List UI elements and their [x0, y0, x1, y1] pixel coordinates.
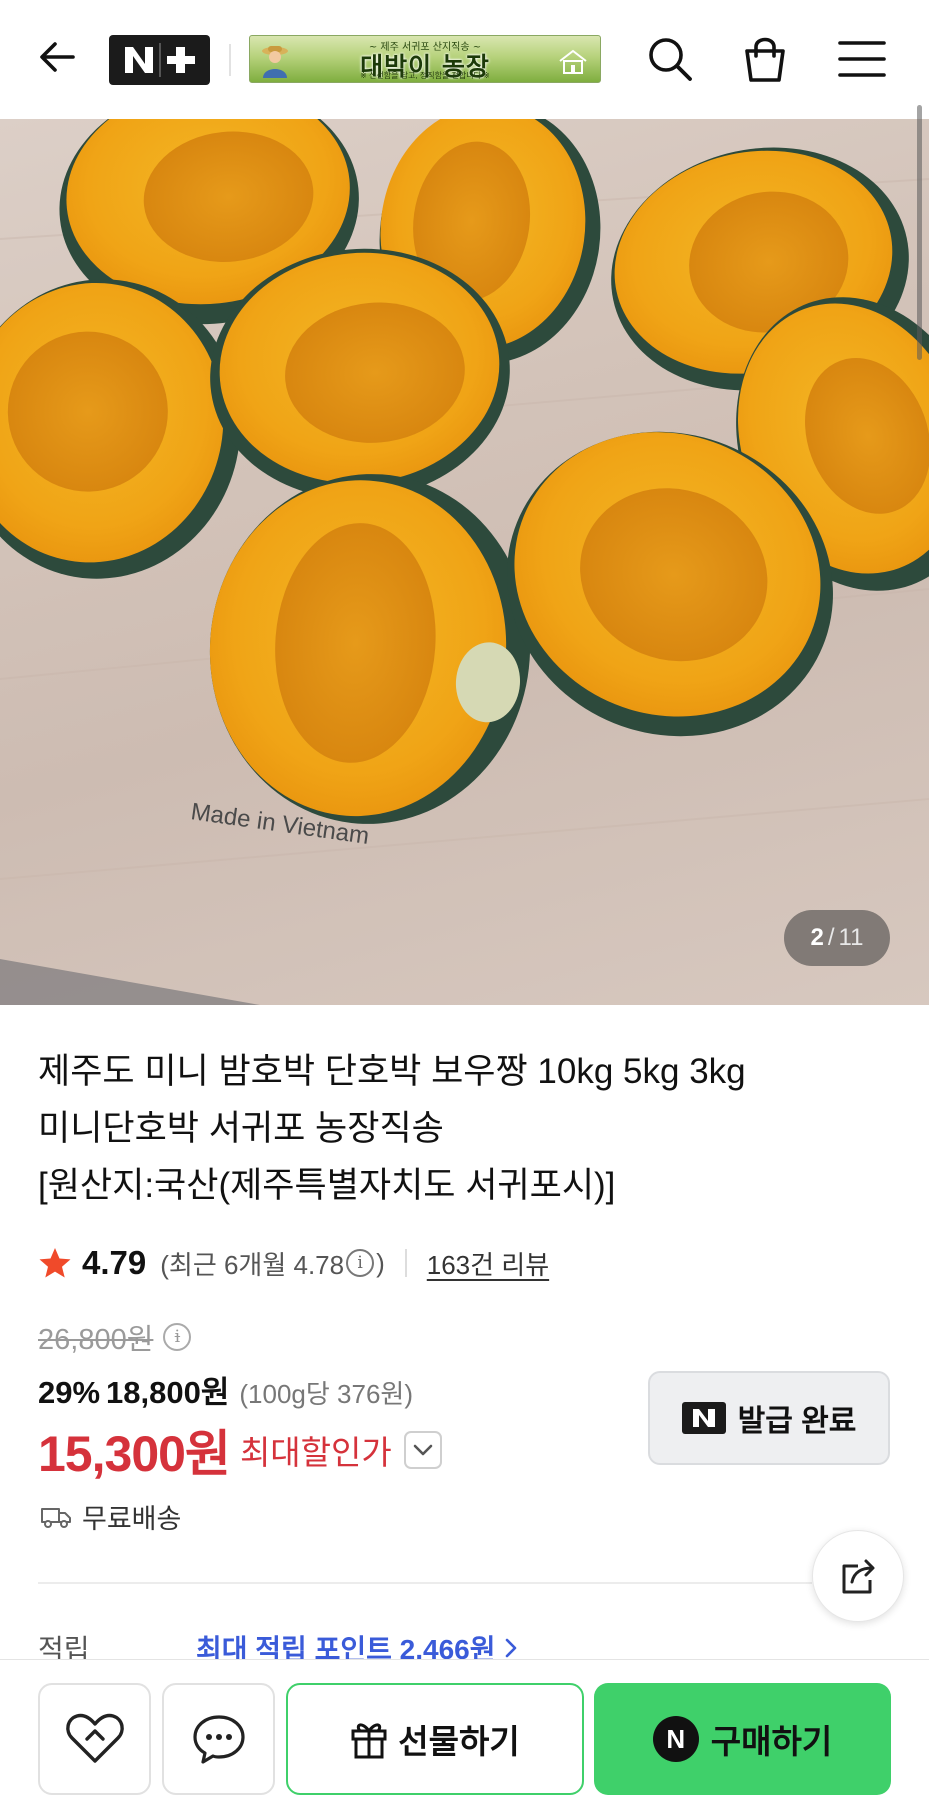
section-divider [38, 1582, 812, 1584]
truck-icon [41, 1507, 71, 1528]
product-title-line: 미니단호박 서귀포 농장직송 [38, 1109, 444, 1148]
buy-label: 구매하기 [710, 1723, 833, 1760]
recent-rating-close: ) [376, 1247, 385, 1278]
menu-icon [838, 41, 886, 77]
product-title-line: [원산지:국산(제주특별자치도 서귀포시)] [38, 1166, 616, 1205]
top-header: N+ ~ 제주 서귀포 산지직송 ~ 대박이 농장 ※ 신선함을 담고, 정직함… [0, 0, 929, 119]
search-icon [649, 38, 692, 81]
share-icon [842, 1559, 875, 1594]
gift-icon [351, 1723, 387, 1759]
discount-rate: 29% [38, 1375, 101, 1410]
info-icon[interactable]: i [346, 1249, 375, 1277]
chevron-right-icon [505, 1638, 516, 1658]
shipping-row: 무료배송 [40, 1497, 181, 1536]
farm-house-icon [559, 49, 587, 74]
rating-separator [404, 1249, 407, 1277]
gift-label: 선물하기 [398, 1723, 520, 1760]
discount-row: 29% 18,800원 (100g당 376원) [38, 1367, 413, 1412]
product-image-gallery[interactable]: Made in Vietnam [0, 119, 929, 1005]
max-discount-toggle[interactable] [403, 1431, 442, 1469]
rating-row: 4.79 (최근 6개월 4.78 i ) 163건 리뷰 [38, 1240, 549, 1286]
chat-bubble-icon [192, 1715, 245, 1764]
original-price: 26,800원 [38, 1324, 154, 1356]
store-banner[interactable]: ~ 제주 서귀포 산지직송 ~ 대박이 농장 ※ 신선함을 담고, 정직함을 전… [249, 35, 601, 83]
star-icon [39, 1248, 71, 1278]
max-discount-label: 최대할인가 [239, 1434, 392, 1471]
shipping-label: 무료배송 [82, 1504, 182, 1534]
search-button[interactable] [641, 30, 699, 88]
banner-footer: ※ 신선함을 담고, 정직함을 전합니다 ※ [360, 71, 490, 80]
buy-button[interactable]: N 구매하기 [594, 1683, 891, 1795]
back-button[interactable] [30, 30, 84, 84]
menu-button[interactable] [833, 30, 891, 88]
n-plus-logo-icon [124, 43, 195, 77]
image-counter-total: 11 [838, 924, 864, 951]
naver-pay-icon: N [652, 1716, 699, 1762]
product-photo: Made in Vietnam [0, 119, 929, 1005]
wishlist-button[interactable] [38, 1683, 151, 1795]
page-scrollbar[interactable] [917, 105, 922, 360]
coupon-label: 발급 완료 [737, 1405, 857, 1438]
image-counter-separator: / [827, 924, 835, 951]
coupon-button[interactable]: 발급 완료 [648, 1371, 890, 1465]
rating-score: 4.79 [82, 1244, 147, 1281]
back-arrow-icon [40, 42, 75, 72]
product-title: 제주도 미니 밤호박 단호박 보우짱 10kg 5kg 3kg 미니단호박 서귀… [38, 1043, 838, 1214]
price-info-icon[interactable]: i [163, 1323, 192, 1351]
shopping-bag-icon [745, 37, 785, 82]
header-divider [229, 44, 231, 76]
max-discount-row: 15,300원 최대할인가 [38, 1414, 442, 1486]
discount-price: 18,800원 [106, 1375, 230, 1410]
unit-price: (100g당 376원) [239, 1379, 413, 1409]
max-discount-price: 15,300원 [38, 1426, 231, 1482]
image-counter: 2 / 11 [784, 910, 890, 966]
heart-icon [65, 1713, 124, 1763]
original-price-row: 26,800원 i [38, 1316, 193, 1358]
share-button[interactable] [812, 1530, 904, 1622]
bottom-action-bar: 선물하기 N 구매하기 [0, 1659, 929, 1819]
recent-rating: (최근 6개월 4.78 i ) [160, 1245, 385, 1282]
product-title-line: 제주도 미니 밤호박 단호박 보우짱 10kg 5kg 3kg [38, 1052, 746, 1091]
naver-n-icon [681, 1402, 726, 1434]
naver-plus-store-logo[interactable]: N+ [109, 35, 210, 85]
recent-rating-text: (최근 6개월 4.78 [160, 1249, 345, 1280]
reviews-link[interactable]: 163건 리뷰 [427, 1245, 549, 1282]
chevron-down-icon [413, 1444, 433, 1456]
image-counter-current: 2 [810, 924, 824, 951]
gift-button[interactable]: 선물하기 [286, 1683, 584, 1795]
cart-button[interactable] [736, 30, 794, 88]
talk-button[interactable] [162, 1683, 275, 1795]
